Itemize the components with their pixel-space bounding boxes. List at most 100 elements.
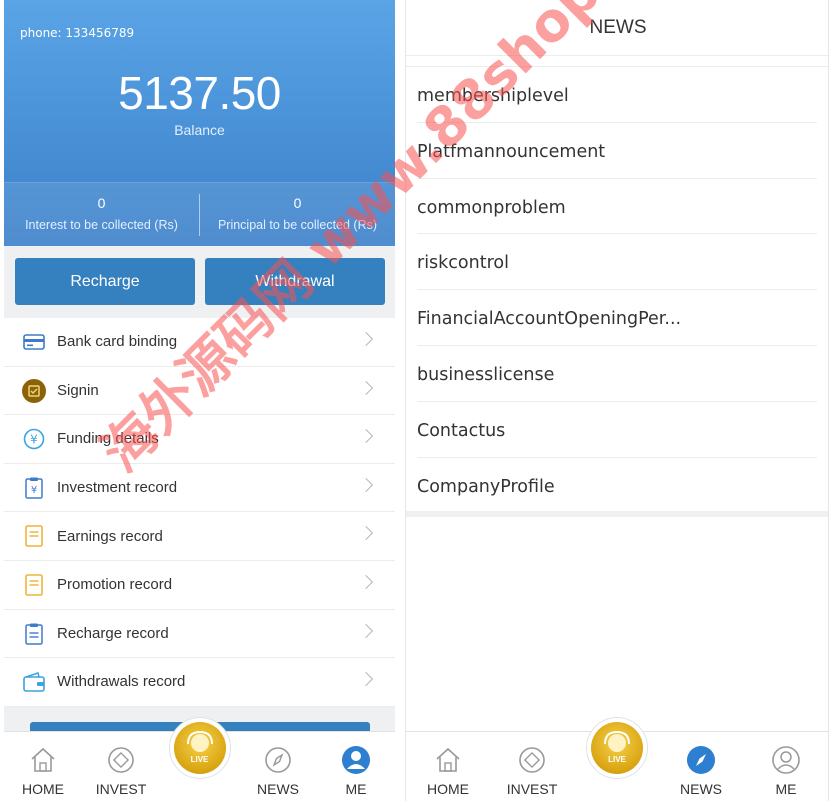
tab-me[interactable]: ME	[321, 745, 391, 797]
news-item-title: businesslicense	[417, 364, 555, 385]
menu-item-label: Signin	[57, 381, 99, 399]
user-icon	[772, 746, 800, 774]
tab-label: INVEST	[95, 781, 147, 797]
invest-icon	[519, 747, 545, 773]
section-divider	[406, 511, 828, 517]
chevron-right-icon	[358, 526, 374, 541]
menu-item-promotion-record[interactable]: Promotion record	[4, 561, 395, 610]
menu-item-investment-record[interactable]: ¥ Investment record	[4, 464, 395, 513]
earnings-document-icon	[22, 524, 46, 548]
signin-icon	[22, 378, 46, 403]
tab-home[interactable]: HOME	[8, 745, 78, 797]
menu-item-earnings-record[interactable]: Earnings record	[4, 512, 395, 561]
tab-label: INVEST	[506, 781, 558, 797]
menu-item-label: Earnings record	[57, 527, 163, 545]
recharge-button[interactable]: Recharge	[15, 258, 195, 305]
menu-item-label: Promotion record	[57, 576, 173, 594]
interest-value: 0	[97, 195, 106, 211]
bottom-tab-bar: HOME INVEST LIVE NEWS ME	[4, 717, 395, 801]
menu-item-bank-card-binding[interactable]: Bank card binding	[4, 318, 395, 367]
news-item[interactable]: CompanyProfile	[417, 458, 817, 514]
tab-label: HOME	[427, 781, 469, 797]
tab-home[interactable]: HOME	[413, 745, 483, 797]
news-item[interactable]: FinancialAccountOpeningPer...	[417, 290, 817, 346]
interest-stat: 0 Interest to be collected (Rs)	[4, 183, 199, 247]
news-item-title: commonproblem	[417, 197, 566, 218]
news-item[interactable]: membershiplevel	[417, 67, 817, 123]
chevron-right-icon	[358, 574, 374, 590]
menu-item-label: Investment record	[57, 479, 178, 497]
user-icon	[342, 746, 370, 774]
news-list: membershiplevel Platfmannouncement commo…	[406, 66, 828, 514]
news-screen: NEWS membershiplevel Platfmannouncement …	[405, 0, 829, 801]
menu-item-label: Bank card binding	[57, 333, 178, 351]
live-avatar-icon: LIVE	[591, 722, 643, 774]
tab-label: NEWS	[680, 781, 722, 797]
principal-stat: 0 Principal to be collected (Rs)	[200, 183, 395, 247]
tab-label: HOME	[22, 781, 64, 797]
action-buttons: Recharge Withdrawal	[4, 246, 395, 318]
live-label: LIVE	[190, 755, 209, 764]
bank-card-icon	[22, 330, 46, 354]
news-item[interactable]: riskcontrol	[417, 234, 817, 291]
chevron-right-icon	[358, 380, 374, 395]
tab-news[interactable]: NEWS	[666, 745, 736, 797]
news-item-title: riskcontrol	[417, 253, 509, 274]
home-icon	[436, 747, 460, 772]
news-item-title: CompanyProfile	[417, 476, 555, 497]
menu-item-withdrawals-record[interactable]: Withdrawals record	[4, 658, 395, 707]
live-button[interactable]: LIVE	[168, 717, 231, 779]
chevron-right-icon	[358, 331, 374, 347]
bottom-tab-bar: HOME INVEST LIVE NEWS ME	[406, 717, 828, 801]
withdrawal-button[interactable]: Withdrawal	[205, 258, 385, 305]
tab-invest[interactable]: INVEST	[497, 745, 567, 797]
menu-item-label: Recharge record	[57, 624, 169, 642]
svg-text:¥: ¥	[31, 485, 37, 496]
news-item[interactable]: commonproblem	[417, 179, 817, 235]
news-item-title: membershiplevel	[417, 86, 569, 106]
tab-label: ME	[345, 781, 367, 797]
invest-icon	[108, 747, 134, 773]
account-menu: Bank card binding Signin ¥ Funding detai…	[4, 318, 395, 707]
news-item[interactable]: Platfmannouncement	[417, 123, 817, 179]
live-label: LIVE	[608, 755, 626, 764]
chevron-right-icon	[358, 429, 374, 444]
menu-item-funding-details[interactable]: ¥ Funding details	[4, 415, 395, 464]
tab-label: NEWS	[257, 781, 299, 797]
tab-label: ME	[775, 781, 797, 797]
yen-coin-icon: ¥	[22, 427, 46, 451]
menu-item-label: Withdrawals record	[57, 673, 186, 691]
collection-stats: 0 Interest to be collected (Rs) 0 Princi…	[4, 182, 395, 246]
balance-card: phone: 133456789 5137.50 Balance 0 Inter…	[4, 0, 395, 246]
investment-clipboard-icon: ¥	[22, 476, 46, 500]
news-item-title: FinancialAccountOpeningPer...	[417, 309, 682, 330]
news-item-title: Contactus	[417, 420, 506, 441]
promotion-document-icon	[22, 573, 46, 597]
tab-news[interactable]: NEWS	[243, 745, 313, 797]
chevron-right-icon	[358, 477, 374, 492]
news-item-title: Platfmannouncement	[417, 141, 606, 162]
tab-me[interactable]: ME	[751, 745, 821, 797]
menu-item-signin[interactable]: Signin	[4, 367, 395, 416]
svg-text:¥: ¥	[30, 433, 38, 447]
wallet-icon	[22, 670, 46, 694]
chevron-right-icon	[358, 672, 374, 687]
recharge-clipboard-icon	[22, 622, 46, 646]
balance-amount: 5137.50	[118, 67, 281, 119]
interest-label: Interest to be collected (Rs)	[25, 218, 178, 232]
compass-icon	[687, 746, 715, 774]
principal-label: Principal to be collected (Rs)	[217, 218, 378, 232]
live-button[interactable]: LIVE	[586, 717, 648, 779]
account-screen: phone: 133456789 5137.50 Balance 0 Inter…	[4, 0, 395, 801]
compass-icon	[265, 747, 291, 773]
menu-item-recharge-record[interactable]: Recharge record	[4, 610, 395, 659]
phone-number: phone: 133456789	[20, 26, 135, 40]
principal-value: 0	[293, 195, 302, 211]
live-avatar-icon: LIVE	[173, 722, 226, 774]
tab-invest[interactable]: INVEST	[86, 745, 156, 797]
home-icon	[31, 747, 55, 772]
balance-label: Balance	[174, 122, 225, 138]
menu-item-label: Funding details	[57, 430, 159, 448]
news-item[interactable]: Contactus	[417, 402, 817, 458]
news-item[interactable]: businesslicense	[417, 346, 817, 402]
